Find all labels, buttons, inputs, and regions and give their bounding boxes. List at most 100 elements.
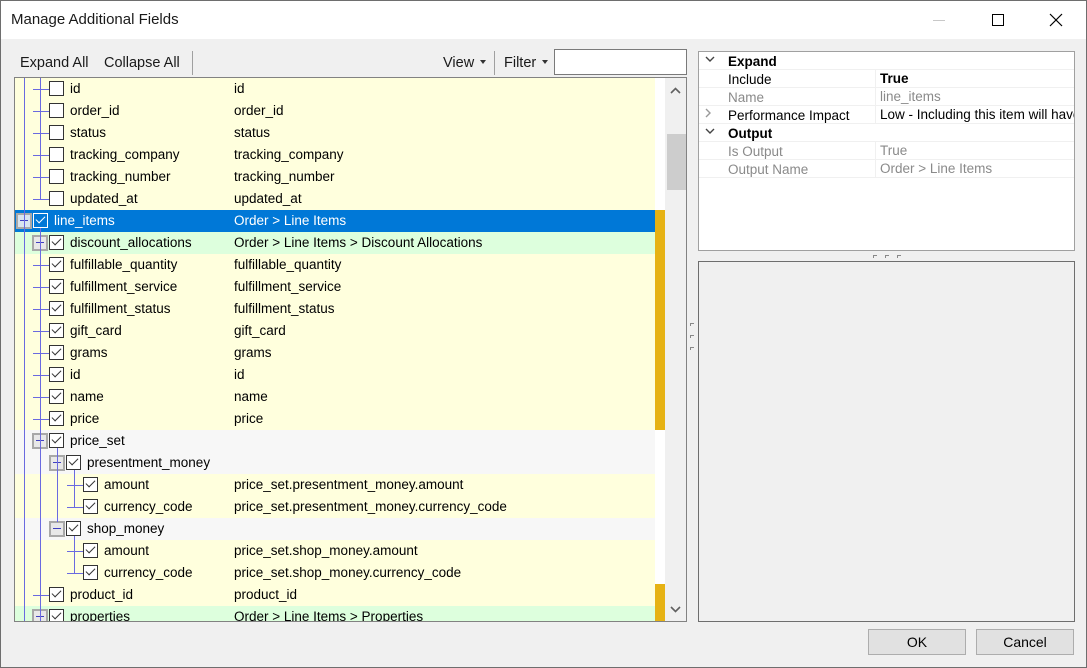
expand-all-button[interactable]: Expand All [20,55,89,71]
include-checkbox[interactable] [49,587,64,602]
tree-row[interactable]: tracking_number tracking_number [15,166,655,188]
scroll-down-button[interactable] [665,599,686,619]
property-value[interactable]: True [880,71,1074,86]
close-button[interactable] [1033,1,1079,39]
tree-row[interactable]: fulfillable_quantity fulfillable_quantity [15,254,655,276]
property-row[interactable]: Performance Impact Low - Including this i… [699,106,1074,124]
field-name: product_id [70,587,134,602]
tree-row[interactable]: shop_money [15,518,655,540]
tree-row[interactable]: product_id product_id [15,584,655,606]
field-name: status [70,125,107,140]
maximize-button[interactable] [975,1,1021,39]
tree-row[interactable]: discount_allocations Order > Line Items >… [15,232,655,254]
property-divider[interactable] [875,160,876,178]
property-row[interactable]: Name line_items [699,88,1074,106]
property-divider[interactable] [875,142,876,160]
include-checkbox[interactable] [49,125,64,140]
tree-row[interactable]: gift_card gift_card [15,320,655,342]
include-checkbox[interactable] [49,389,64,404]
property-category[interactable]: Expand [699,52,1074,70]
include-checkbox[interactable] [49,191,64,206]
tree-row[interactable]: updated_at updated_at [15,188,655,210]
chevron-up-icon [670,86,681,94]
include-checkbox[interactable] [49,257,64,272]
include-checkbox[interactable] [49,411,64,426]
tree-row[interactable]: amount price_set.shop_money.amount [15,540,655,562]
tree-connector [33,111,49,112]
vertical-splitter[interactable] [689,319,695,359]
property-category[interactable]: Output [699,124,1074,142]
tree-row[interactable]: amount price_set.presentment_money.amount [15,474,655,496]
include-checkbox[interactable] [83,499,98,514]
include-checkbox[interactable] [33,213,48,228]
tree-row[interactable]: status status [15,122,655,144]
include-checkbox[interactable] [83,477,98,492]
include-checkbox[interactable] [49,345,64,360]
grip-dot [690,335,694,338]
tree-row[interactable]: order_id order_id [15,100,655,122]
view-dropdown[interactable]: View [443,55,487,71]
property-row[interactable]: Include True [699,70,1074,88]
include-checkbox[interactable] [49,279,64,294]
tree-connector [67,485,83,486]
collapse-icon[interactable] [49,521,65,537]
chevron-down-icon[interactable] [705,54,717,66]
include-checkbox[interactable] [49,301,64,316]
property-grid[interactable]: Expand Include True Name line_items Performan… [698,51,1075,251]
include-checkbox[interactable] [83,565,98,580]
include-checkbox[interactable] [49,169,64,184]
scroll-thumb[interactable] [667,134,686,190]
tree-row[interactable]: id id [15,364,655,386]
tree-row[interactable]: fulfillment_status fulfillment_status [15,298,655,320]
include-checkbox[interactable] [49,323,64,338]
property-value[interactable]: True [880,143,1074,158]
tree-row[interactable]: currency_code price_set.presentment_money… [15,496,655,518]
tree-row[interactable]: id id [15,78,655,100]
property-value[interactable]: line_items [880,89,1074,104]
include-checkbox[interactable] [49,367,64,382]
cancel-button[interactable]: Cancel [976,629,1074,655]
field-name: fulfillment_status [70,301,171,316]
tree-row[interactable]: grams grams [15,342,655,364]
filter-dropdown[interactable]: Filter [504,55,549,71]
minimize-button[interactable] [916,1,962,39]
include-checkbox[interactable] [49,147,64,162]
grip-dot [897,255,901,258]
include-checkbox[interactable] [83,543,98,558]
property-value[interactable]: Order > Line Items [880,161,1074,176]
property-divider[interactable] [875,70,876,88]
property-divider[interactable] [875,106,876,124]
tree-row[interactable]: presentment_money [15,452,655,474]
property-row[interactable]: Is Output True [699,142,1074,160]
include-checkbox[interactable] [49,81,64,96]
field-output-path: tracking_number [234,169,335,184]
property-divider[interactable] [875,88,876,106]
property-value[interactable]: Low - Including this item will have [880,107,1074,122]
include-checkbox[interactable] [49,103,64,118]
field-tree[interactable]: id id order_id order_id status status tracking… [14,77,687,622]
tree-row[interactable]: price price [15,408,655,430]
tree-row[interactable]: name name [15,386,655,408]
tree-row[interactable]: tracking_company tracking_company [15,144,655,166]
include-checkbox[interactable] [66,455,81,470]
property-row[interactable]: Output Name Order > Line Items [699,160,1074,178]
chevron-right-icon[interactable] [705,108,717,121]
include-checkbox[interactable] [49,609,64,621]
collapse-all-button[interactable]: Collapse All [104,55,180,71]
scroll-up-button[interactable] [665,80,686,100]
tree-row[interactable]: properties Order > Line Items > Propertie… [15,606,655,621]
field-name: amount [104,543,150,558]
ok-button[interactable]: OK [868,629,966,655]
tree-scrollbar[interactable] [665,78,686,621]
tree-row[interactable]: fulfillment_service fulfillment_service [15,276,655,298]
horizontal-splitter[interactable] [871,254,911,260]
include-checkbox[interactable] [49,235,64,250]
include-checkbox[interactable] [49,433,64,448]
chevron-down-icon[interactable] [705,126,717,138]
filter-input[interactable] [554,49,687,75]
include-checkbox[interactable] [66,521,81,536]
tree-row[interactable]: currency_code price_set.shop_money.curren… [15,562,655,584]
tree-row[interactable]: price_set [15,430,655,452]
field-output-path: fulfillment_service [234,279,342,294]
tree-row[interactable]: line_items Order > Line Items [15,210,655,232]
